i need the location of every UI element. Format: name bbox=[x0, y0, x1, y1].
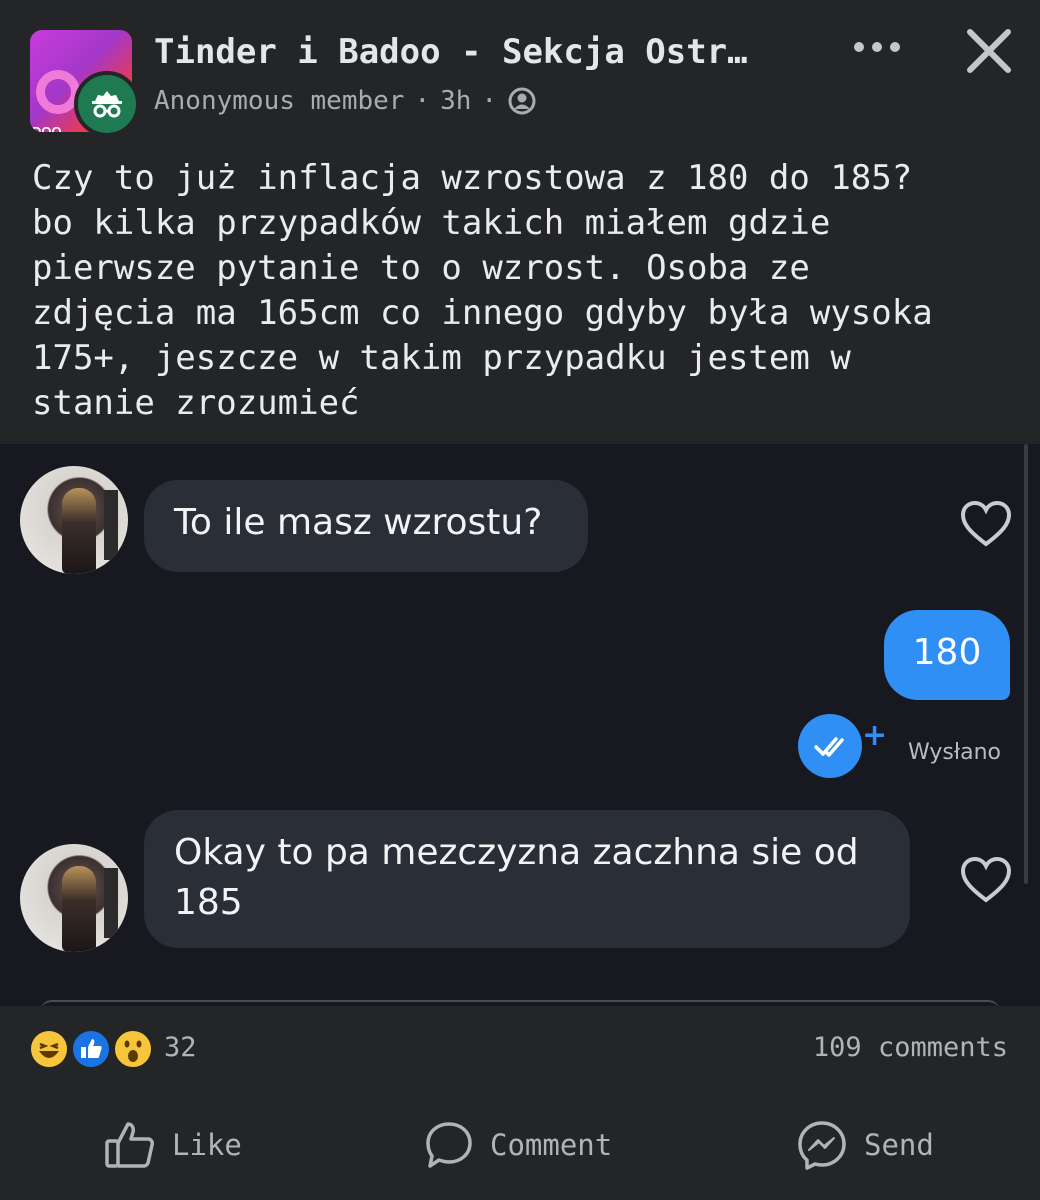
author-name[interactable]: Anonymous member bbox=[154, 86, 404, 116]
comment-label: Comment bbox=[490, 1128, 613, 1162]
post-meta: Anonymous member · 3h · bbox=[154, 86, 537, 116]
chat-scrollbar bbox=[1024, 444, 1028, 884]
sent-check-icon bbox=[798, 714, 862, 778]
message-bubble-incoming: Okay to pa mezczyzna zaczhna sie od 185 bbox=[144, 810, 910, 948]
post-actions: Like Comment Send bbox=[0, 1100, 1040, 1190]
match-avatar bbox=[20, 466, 128, 574]
post-stats: 32 109 comments bbox=[0, 1008, 1040, 1088]
comment-bubble-icon bbox=[426, 1122, 472, 1168]
chat-screenshot[interactable]: To ile masz wzrostu? 180 + Wysłano Okay … bbox=[0, 444, 1040, 1006]
plus-icon[interactable]: + bbox=[862, 718, 887, 753]
send-button[interactable]: Send bbox=[796, 1100, 934, 1190]
like-button[interactable]: Like bbox=[104, 1100, 242, 1190]
reaction-icons[interactable] bbox=[28, 1028, 158, 1072]
message-bubble-incoming: To ile masz wzrostu? bbox=[144, 480, 588, 572]
reaction-count[interactable]: 32 bbox=[164, 1032, 197, 1063]
haha-reaction-icon bbox=[28, 1028, 70, 1070]
close-icon[interactable] bbox=[962, 24, 1016, 78]
more-dots-icon[interactable] bbox=[850, 32, 904, 62]
send-label: Send bbox=[864, 1128, 934, 1162]
messenger-icon bbox=[798, 1121, 846, 1170]
match-avatar bbox=[20, 844, 128, 952]
like-reaction-icon bbox=[70, 1028, 112, 1070]
post-header: DOO Tinder i Badoo - Sekcja Ostr… Anonym… bbox=[0, 0, 1040, 145]
heart-icon[interactable] bbox=[960, 500, 1012, 548]
group-privacy-icon bbox=[508, 87, 536, 115]
message-bubble-outgoing: 180 bbox=[884, 610, 1010, 700]
post-text: Czy to już inflacja wzrostowa z 180 do 1… bbox=[32, 158, 933, 423]
post-time[interactable]: 3h bbox=[440, 86, 471, 116]
message-status: Wysłano bbox=[908, 740, 1001, 765]
anonymous-member-icon bbox=[74, 71, 140, 137]
thumbs-up-icon bbox=[105, 1122, 154, 1168]
comments-count[interactable]: 109 comments bbox=[813, 1032, 1008, 1063]
like-label: Like bbox=[172, 1128, 242, 1162]
heart-icon[interactable] bbox=[960, 856, 1012, 904]
wow-reaction-icon bbox=[112, 1028, 154, 1070]
meta-separator: · bbox=[481, 86, 498, 116]
comment-button[interactable]: Comment bbox=[424, 1100, 612, 1190]
meta-separator: · bbox=[414, 86, 431, 116]
chat-composer bbox=[40, 1000, 1000, 1006]
group-name[interactable]: Tinder i Badoo - Sekcja Ostr… bbox=[154, 32, 804, 72]
